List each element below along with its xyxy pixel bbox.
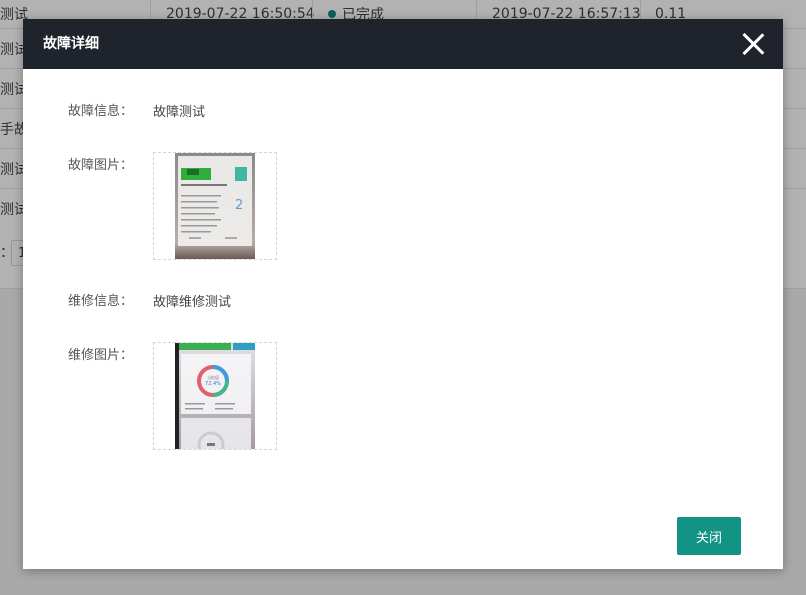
repair-info-value: 故障维修测试 bbox=[153, 295, 232, 310]
gauge-value: 72.4% bbox=[205, 381, 221, 387]
gauge-label: 当前值 bbox=[207, 374, 219, 380]
repair-image-thumbnail[interactable]: 当前值 72.4% bbox=[153, 342, 277, 450]
fault-detail-dialog: 故障详细 故障信息： 故障测试 故障图片： 2 维修信息： 故障维修测试 维修图… bbox=[23, 19, 783, 569]
fault-info-value: 故障测试 bbox=[153, 105, 206, 120]
repair-info-label: 维修信息： bbox=[68, 294, 134, 309]
close-icon[interactable] bbox=[741, 32, 765, 56]
fault-photo: 2 bbox=[175, 153, 255, 259]
dialog-title: 故障详细 bbox=[43, 36, 99, 52]
fault-info-label: 故障信息： bbox=[68, 104, 134, 119]
repair-photo: 当前值 72.4% bbox=[175, 343, 255, 449]
fault-image-label: 故障图片： bbox=[68, 158, 134, 173]
repair-image-label: 维修图片： bbox=[68, 348, 134, 363]
fault-image-thumbnail[interactable]: 2 bbox=[153, 152, 277, 260]
close-button[interactable]: 关闭 bbox=[677, 517, 741, 555]
dialog-header: 故障详细 bbox=[23, 19, 783, 69]
fault-photo-number: 2 bbox=[235, 198, 243, 213]
